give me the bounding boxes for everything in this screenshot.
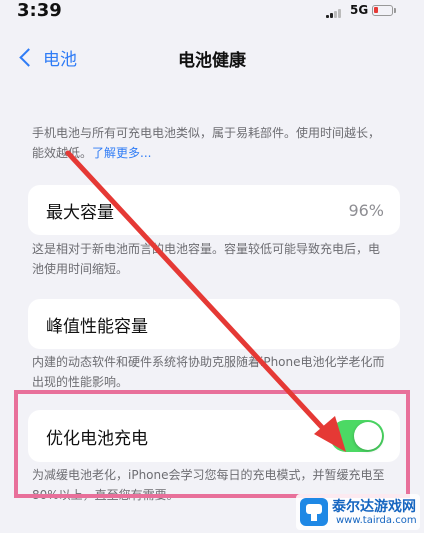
watermark-logo-icon: [300, 498, 328, 526]
peak-performance-description: 内建的动态软件和硬件系统将协助克服随着iPhone电池化学老化而出现的性能影响。: [32, 355, 385, 389]
battery-tip: [394, 8, 396, 13]
optimized-charging-toggle[interactable]: [330, 420, 384, 452]
peak-performance-row: 峰值性能容量: [28, 299, 400, 349]
intro-text: 手机电池与所有可充电电池类似，属于易耗部件。使用时间越长，能效越低。了解更多..…: [32, 123, 388, 163]
network-type: 5G: [350, 3, 369, 17]
nav-bar: 电池 电池健康: [0, 36, 424, 80]
toggle-knob: [354, 422, 382, 450]
status-bar: 3:39 5G: [0, 0, 424, 26]
learn-more-link[interactable]: 了解更多...: [92, 146, 151, 160]
optimized-charging-label: 优化电池充电: [46, 428, 148, 449]
peak-performance-label: 峰值性能容量: [46, 316, 148, 337]
intro-body: 手机电池与所有可充电电池类似，属于易耗部件。使用时间越长，能效越低。: [32, 126, 381, 160]
signal-icon: [326, 8, 346, 18]
optimized-charging-row: 优化电池充电: [28, 410, 400, 462]
max-capacity-value: 96%: [348, 200, 384, 220]
page-title: 电池健康: [178, 51, 246, 71]
status-time: 3:39: [17, 0, 62, 21]
max-capacity-description: 这是相对于新电池而言的电池容量。容量较低可能导致充电后，电池使用时间缩短。: [32, 242, 381, 276]
watermark: 泰尔达游戏网 www.tairda.com: [296, 494, 420, 530]
battery-icon: [372, 5, 393, 16]
max-capacity-row: 最大容量 96%: [28, 185, 400, 235]
watermark-name: 泰尔达游戏网: [332, 499, 416, 515]
max-capacity-label: 最大容量: [46, 202, 114, 223]
watermark-url: www.tairda.com: [336, 515, 417, 526]
